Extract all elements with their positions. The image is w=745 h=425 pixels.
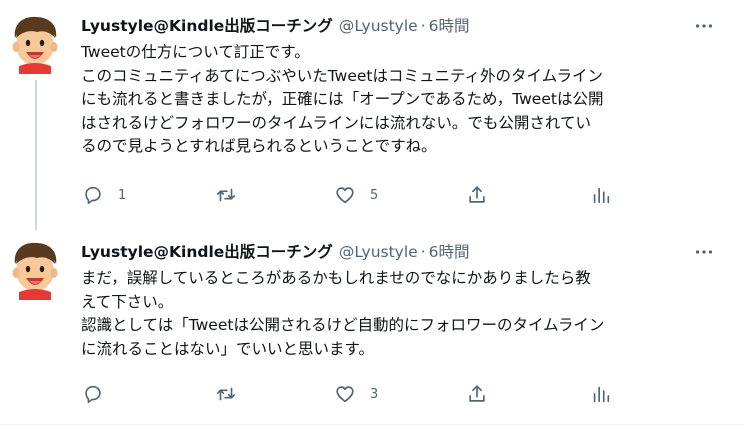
like-count: 3	[370, 386, 379, 402]
reply-button[interactable]: 1	[82, 182, 126, 208]
separator-dot: ·	[420, 243, 426, 261]
avatar[interactable]	[9, 240, 61, 300]
analytics-button[interactable]	[590, 182, 612, 208]
thread-line	[35, 80, 37, 230]
tweet[interactable]: Lyustyle@Kindle出版コーチング @Lyustyle · 6時間 Twee…	[0, 0, 745, 230]
reply-button[interactable]	[82, 381, 118, 407]
like-count: 5	[370, 187, 379, 203]
share-icon	[469, 385, 485, 402]
timestamp[interactable]: 6時間	[429, 17, 470, 35]
tweet-text-line: まだ，誤解しているところがあるかもしれませのでなにかありましたら教 えて下さい。	[81, 269, 591, 311]
tweet-header: Lyustyle@Kindle出版コーチング @Lyustyle · 6時間	[81, 241, 470, 263]
retweet-icon	[216, 188, 236, 202]
avatar[interactable]	[9, 14, 61, 74]
share-icon	[469, 186, 485, 203]
author-handle[interactable]: @Lyustyle	[339, 243, 418, 261]
more-icon[interactable]	[693, 15, 715, 37]
author-name[interactable]: Lyustyle@Kindle出版コーチング	[81, 17, 333, 35]
analytics-icon	[593, 187, 610, 204]
author-name[interactable]: Lyustyle@Kindle出版コーチング	[81, 243, 333, 261]
timestamp[interactable]: 6時間	[429, 243, 470, 261]
retweet-icon	[216, 387, 236, 401]
share-button[interactable]	[466, 381, 488, 407]
tweet-header: Lyustyle@Kindle出版コーチング @Lyustyle · 6時間	[81, 15, 470, 37]
reply-icon	[85, 186, 101, 205]
retweet-button[interactable]	[215, 182, 251, 208]
action-bar: 3	[78, 381, 638, 407]
like-button[interactable]: 3	[334, 381, 378, 407]
more-icon[interactable]	[693, 241, 715, 263]
action-bar: 1 5	[78, 182, 638, 208]
tweet-text: まだ，誤解しているところがあるかもしれませのでなにかありましたら教 えて下さい。…	[81, 267, 721, 361]
tweet-text-line: Tweetの仕方について訂正です。	[81, 43, 310, 61]
retweet-button[interactable]	[215, 381, 251, 407]
tweet[interactable]: Lyustyle@Kindle出版コーチング @Lyustyle · 6時間 まだ，誤…	[0, 226, 745, 425]
reply-icon	[85, 385, 101, 404]
tweet-text-line: このコミュニティあてにつぶやいたTweetはコミュニティ外のタイムライン にも流…	[81, 66, 604, 156]
share-button[interactable]	[466, 182, 488, 208]
separator-dot: ·	[420, 17, 426, 35]
heart-icon	[336, 386, 354, 403]
heart-icon	[336, 187, 354, 204]
analytics-button[interactable]	[590, 381, 612, 407]
tweet-text-line: 認識としては「Tweetは公開されるけど自動的にフォロワーのタイムライン に流れ…	[81, 316, 605, 358]
like-button[interactable]: 5	[334, 182, 378, 208]
tweet-text: Tweetの仕方について訂正です。 このコミュニティあてにつぶやいたTweetは…	[81, 41, 721, 159]
author-handle[interactable]: @Lyustyle	[339, 17, 418, 35]
analytics-icon	[593, 386, 610, 403]
reply-count: 1	[118, 187, 127, 203]
